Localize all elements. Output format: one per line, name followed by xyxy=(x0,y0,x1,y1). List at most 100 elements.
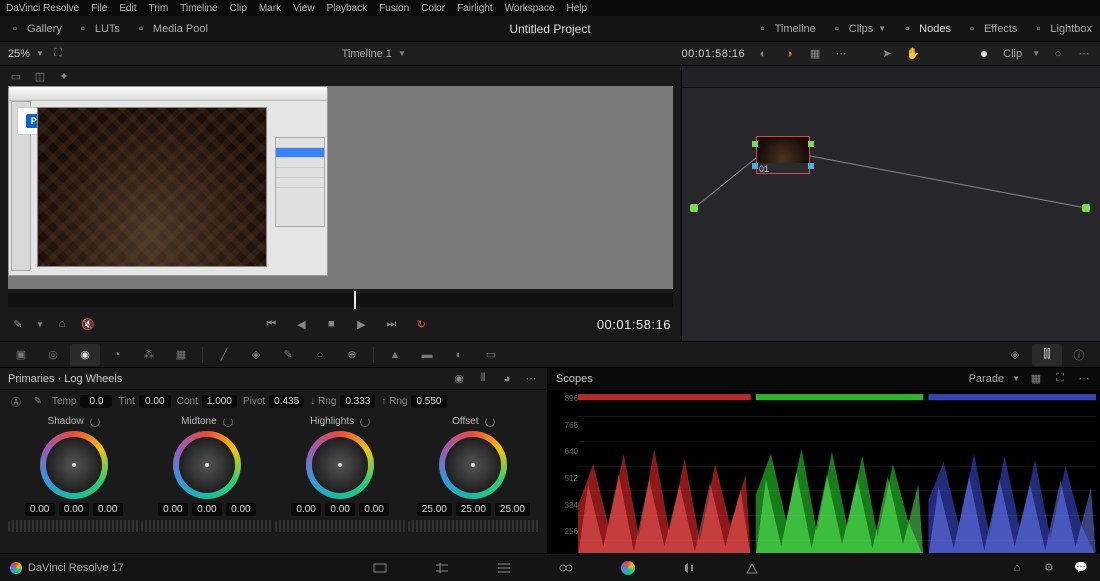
timecode-display[interactable]: 00:01:58:16 xyxy=(682,48,746,60)
clips-button[interactable]: ▫Clips▼ xyxy=(830,22,886,36)
scope-layout-icon[interactable]: ▦ xyxy=(1028,371,1044,387)
play-icon[interactable]: ▶ xyxy=(353,316,369,332)
menu-davinci-resolve[interactable]: DaVinci Resolve xyxy=(6,3,79,14)
fusion-page-icon[interactable] xyxy=(557,559,575,577)
camera-raw-icon[interactable]: ▣ xyxy=(6,344,36,366)
menu-fusion[interactable]: Fusion xyxy=(379,3,409,14)
rgb-mixer-icon[interactable]: ⁂ xyxy=(134,344,164,366)
prev-clip-icon[interactable]: ⏮ xyxy=(263,316,279,332)
scope-mode[interactable]: Parade xyxy=(969,373,1004,385)
zoom-level[interactable]: 25% xyxy=(8,48,30,60)
home-icon[interactable]: ⌂ xyxy=(1008,559,1026,577)
clip-label[interactable]: Clip xyxy=(1003,48,1022,60)
node-output-port[interactable] xyxy=(808,141,814,147)
shadow-wheel[interactable] xyxy=(40,431,108,499)
menu-timeline[interactable]: Timeline xyxy=(180,3,217,14)
reset-icon[interactable] xyxy=(360,417,370,427)
corrector-node-01[interactable]: 01 xyxy=(756,136,810,174)
motion-effects-icon[interactable]: ▦ xyxy=(166,344,196,366)
scrubber[interactable] xyxy=(8,293,673,307)
graph-output-port[interactable] xyxy=(1082,204,1090,212)
log-mode-icon[interactable]: ◕ xyxy=(499,371,515,387)
wheel-value[interactable]: 0.00 xyxy=(359,503,389,516)
node-alpha-out-port[interactable] xyxy=(808,163,814,169)
high-range-value[interactable]: 0.550 xyxy=(411,395,446,408)
scopes-icon[interactable]: ⫿⫿ xyxy=(1032,344,1062,366)
stop-icon[interactable]: ■ xyxy=(323,316,339,332)
playhead[interactable] xyxy=(354,291,356,309)
color-wheels-icon[interactable]: ◉ xyxy=(70,344,100,366)
gallery-button[interactable]: ▫Gallery xyxy=(8,22,62,36)
tracker-icon[interactable]: ⊕ xyxy=(337,344,367,366)
mute-icon[interactable]: 🔇 xyxy=(80,316,96,332)
loop-icon[interactable]: ↻ xyxy=(413,316,429,332)
media-page-icon[interactable] xyxy=(371,559,389,577)
menu-playback[interactable]: Playback xyxy=(327,3,368,14)
wheel-value[interactable]: 0.00 xyxy=(25,503,55,516)
wheel-value[interactable]: 0.00 xyxy=(158,503,188,516)
menu-file[interactable]: File xyxy=(91,3,107,14)
menu-view[interactable]: View xyxy=(293,3,315,14)
jog-wheel[interactable] xyxy=(408,520,539,532)
menu-workspace[interactable]: Workspace xyxy=(505,3,555,14)
chevron-down-icon[interactable]: ▼ xyxy=(36,49,44,58)
bypass-icon[interactable]: ◑ xyxy=(781,46,797,62)
wheel-value[interactable]: 0.00 xyxy=(59,503,89,516)
pivot-value[interactable]: 0.435 xyxy=(269,395,304,408)
highlights-wheel[interactable] xyxy=(306,431,374,499)
hdr-icon[interactable]: ◔ xyxy=(102,344,132,366)
graph-input-port[interactable] xyxy=(690,204,698,212)
menu-trim[interactable]: Trim xyxy=(149,3,169,14)
media-pool-button[interactable]: ▫Media Pool xyxy=(134,22,208,36)
expand-icon[interactable]: ⛶ xyxy=(50,46,66,62)
edit-page-icon[interactable] xyxy=(495,559,513,577)
menu-edit[interactable]: Edit xyxy=(119,3,136,14)
wheel-value[interactable]: 0.00 xyxy=(226,503,256,516)
window-icon[interactable]: ○ xyxy=(305,344,335,366)
split-icon[interactable]: ◫ xyxy=(32,68,48,84)
midtone-wheel[interactable] xyxy=(173,431,241,499)
settings-icon[interactable]: ⚙ xyxy=(1040,559,1058,577)
node-graph[interactable]: 01 xyxy=(682,88,1100,341)
view-mode-icon[interactable]: ▭ xyxy=(8,68,24,84)
jog-wheel[interactable] xyxy=(141,520,272,532)
render-cache-icon[interactable]: ◐ xyxy=(755,46,771,62)
cut-page-icon[interactable] xyxy=(433,559,451,577)
menu-help[interactable]: Help xyxy=(566,3,587,14)
node-alpha-in-port[interactable] xyxy=(752,163,758,169)
reset-icon[interactable] xyxy=(90,417,100,427)
wheel-mode-icon[interactable]: ◉ xyxy=(451,371,467,387)
chevron-down-icon[interactable]: ▼ xyxy=(1032,49,1040,58)
wheel-value[interactable]: 25.00 xyxy=(417,503,452,516)
timeline-button[interactable]: ▫Timeline xyxy=(756,22,816,36)
reset-icon[interactable] xyxy=(223,417,233,427)
auto-icon[interactable]: Ⓐ xyxy=(8,393,24,409)
jog-wheel[interactable] xyxy=(8,520,139,532)
wheel-value[interactable]: 0.00 xyxy=(192,503,222,516)
step-back-icon[interactable]: ◀ xyxy=(293,316,309,332)
blur-icon[interactable]: ▬ xyxy=(412,344,442,366)
color-match-icon[interactable]: ◎ xyxy=(38,344,68,366)
viewer-canvas[interactable]: PSD xyxy=(8,86,673,289)
highlight-icon[interactable]: ✦ xyxy=(56,68,72,84)
key-icon[interactable]: ◐ xyxy=(444,344,474,366)
contrast-value[interactable]: 1.000 xyxy=(202,395,237,408)
menu-color[interactable]: Color xyxy=(421,3,445,14)
wheel-value[interactable]: 25.00 xyxy=(456,503,491,516)
wheel-value[interactable]: 25.00 xyxy=(495,503,530,516)
more-icon[interactable]: ⋯ xyxy=(833,46,849,62)
chevron-down-icon[interactable]: ▼ xyxy=(1012,374,1020,383)
chat-icon[interactable]: 💬 xyxy=(1072,559,1090,577)
tint-value[interactable]: 0.00 xyxy=(139,395,171,408)
node-input-port[interactable] xyxy=(752,141,758,147)
fairlight-page-icon[interactable] xyxy=(681,559,699,577)
circle-icon[interactable]: ○ xyxy=(1050,46,1066,62)
wheel-indicator[interactable] xyxy=(205,463,209,467)
bars-mode-icon[interactable]: ⦀ xyxy=(475,371,491,387)
offset-wheel[interactable] xyxy=(439,431,507,499)
nodes-button[interactable]: ▫Nodes xyxy=(900,22,951,36)
wheel-indicator[interactable] xyxy=(72,463,76,467)
menu-clip[interactable]: Clip xyxy=(230,3,247,14)
keyframes-icon[interactable]: ◈ xyxy=(1000,344,1030,366)
wheel-value[interactable]: 0.00 xyxy=(291,503,321,516)
